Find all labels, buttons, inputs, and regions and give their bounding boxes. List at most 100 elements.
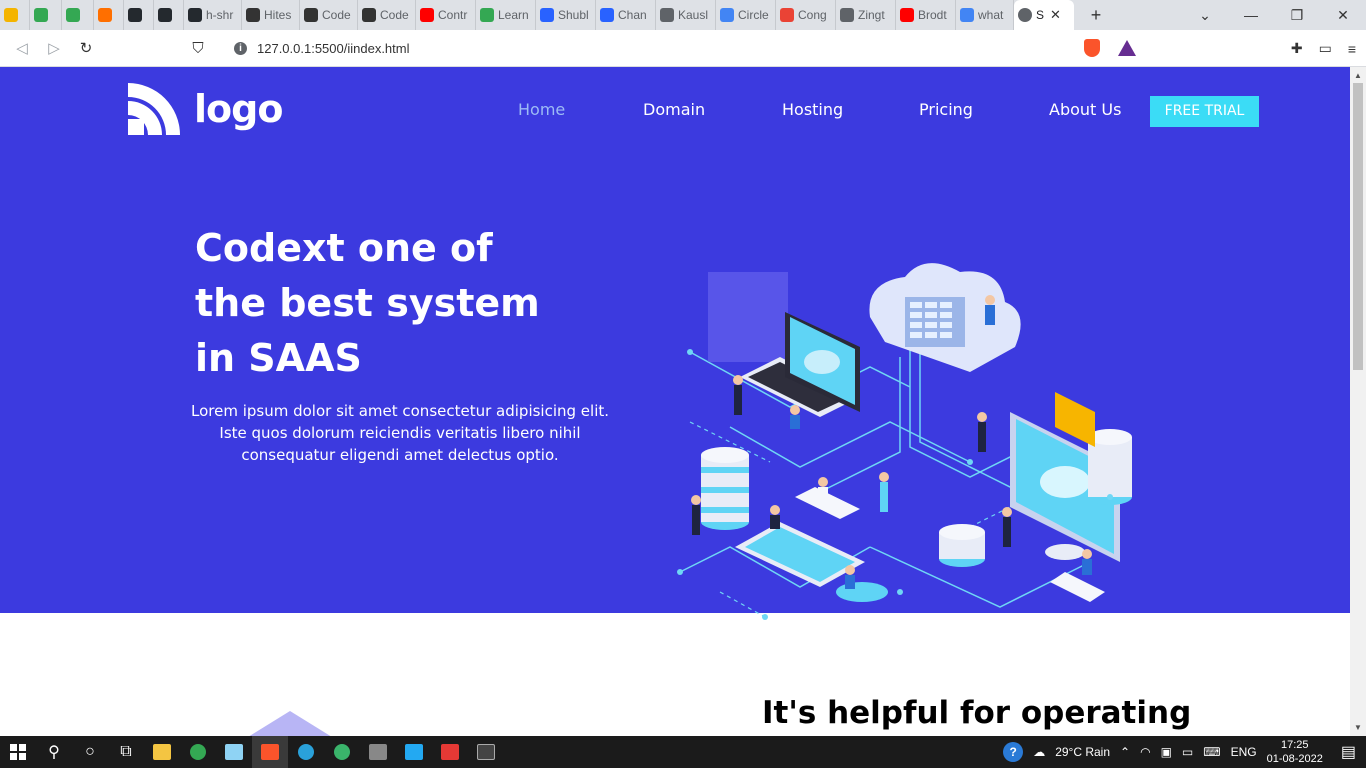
nav-domain[interactable]: Domain [643,100,705,119]
browser-toolbar: ◁ ▷ ↻ ⛉ i 127.0.0.1:5500/iindex.html ✚ ▭… [0,30,1366,67]
brave-shields-icon[interactable] [1084,39,1100,57]
green-app-icon[interactable] [324,736,360,768]
decorative-triangle [248,711,332,736]
nav-about[interactable]: About Us [1049,100,1121,119]
close-window-button[interactable]: ✕ [1320,7,1366,24]
weather-icon[interactable]: ☁ [1033,745,1045,759]
browser-tab[interactable] [62,0,94,30]
scroll-up-icon[interactable]: ▲ [1354,71,1362,80]
browser-tab[interactable]: Code [358,0,416,30]
windows-start-icon[interactable] [0,736,36,768]
free-trial-button[interactable]: FREE TRIAL [1150,96,1259,127]
browser-tab[interactable] [0,0,30,30]
tab-favicon-icon [66,8,80,22]
tab-label: Code [322,8,351,22]
hero-section: logo Home Domain Hosting Pricing About U… [0,67,1350,620]
browser-tab[interactable] [124,0,154,30]
tab-favicon-icon [900,8,914,22]
minimize-button[interactable]: — [1228,7,1274,23]
battery-icon[interactable]: ▭ [1182,745,1193,759]
scrollbar-thumb[interactable] [1353,83,1363,370]
browser-tab[interactable]: Kausl [656,0,716,30]
wps-office-icon[interactable] [432,736,468,768]
scroll-down-icon[interactable]: ▼ [1354,723,1362,732]
browser-tab[interactable]: Shubl [536,0,596,30]
vscode-icon[interactable] [396,736,432,768]
browser-tab[interactable] [154,0,184,30]
back-icon[interactable]: ◁ [6,39,38,57]
tab-label: S [1036,8,1045,22]
show-hidden-icons[interactable]: ⌃ [1120,745,1130,759]
tab-favicon-icon [780,8,794,22]
telegram-icon[interactable] [288,736,324,768]
tab-label: Chan [618,8,647,22]
tab-favicon-icon [362,8,376,22]
tab-label: Code [380,8,409,22]
browser-tab[interactable]: Chan [596,0,656,30]
browser-tab[interactable]: Circle [716,0,776,30]
task-view-icon[interactable]: ⧉ [108,736,144,768]
browser-tab[interactable]: Zingt [836,0,896,30]
address-bar[interactable]: i 127.0.0.1:5500/iindex.html [222,35,1144,62]
tab-label: h-shr [206,8,234,22]
keyboard-icon[interactable]: ⌨ [1203,745,1220,759]
browser-tab[interactable]: Learn [476,0,536,30]
browser-tab[interactable]: Cong [776,0,836,30]
search-icon[interactable]: ⚲ [36,736,72,768]
headline-line-3: in SAAS [195,336,362,380]
tab-label: Contr [438,8,468,22]
cube-app-icon[interactable] [360,736,396,768]
nav-home[interactable]: Home [518,100,565,119]
camera-icon[interactable]: ▣ [1161,745,1172,759]
help-icon[interactable]: ? [1003,742,1024,762]
brave-taskbar-icon[interactable] [252,736,288,768]
chrome-icon[interactable] [180,736,216,768]
site-info-icon[interactable]: i [234,42,247,55]
page-scrollbar[interactable]: ▲ ▼ [1350,67,1366,736]
tab-favicon-icon [540,8,554,22]
forward-icon[interactable]: ▷ [38,39,70,57]
site-logo[interactable]: logo [128,83,283,135]
tab-favicon-icon [246,8,260,22]
new-tab-button[interactable]: + [1082,5,1110,26]
browser-tab[interactable]: h-shr [184,0,242,30]
tab-label: Circle [738,8,769,22]
reload-icon[interactable]: ↻ [70,39,102,57]
close-tab-icon[interactable]: ✕ [1050,7,1061,23]
tab-label: Hites [264,8,292,22]
notepad-icon[interactable] [216,736,252,768]
clock[interactable]: 17:25 01-08-2022 [1267,738,1323,766]
bookmark-icon[interactable]: ⛉ [182,40,214,57]
terminal-icon[interactable] [468,736,504,768]
file-explorer-icon[interactable] [144,736,180,768]
brave-rewards-icon[interactable] [1118,40,1136,56]
browser-tab[interactable] [94,0,124,30]
menu-icon[interactable]: ≡ [1348,41,1356,57]
nav-hosting[interactable]: Hosting [782,100,843,119]
browser-tab-active[interactable]: S ✕ [1014,0,1074,30]
tab-favicon-icon [600,8,614,22]
tab-favicon-icon [304,8,318,22]
weather-text[interactable]: 29°C Rain [1055,745,1110,759]
cortana-icon[interactable]: ○ [72,736,108,768]
tab-favicon-icon [4,8,18,22]
nav-pricing[interactable]: Pricing [919,100,973,119]
network-icon[interactable]: ◠ [1140,745,1150,759]
tab-favicon-icon [34,8,48,22]
browser-tab[interactable]: Brodt [896,0,956,30]
extensions-icon[interactable]: ✚ [1291,40,1303,57]
restore-button[interactable]: ❐ [1274,7,1320,24]
wallet-icon[interactable]: ▭ [1319,40,1332,57]
browser-tab[interactable]: what [956,0,1014,30]
tab-favicon-icon [840,8,854,22]
browser-tab[interactable]: Code [300,0,358,30]
language-indicator[interactable]: ENG [1231,745,1257,759]
window-controls: ⌄ — ❐ ✕ [1182,0,1366,30]
browser-tab[interactable] [30,0,62,30]
hero-headline: Codext one of the best system in SAAS [195,221,540,386]
notifications-icon[interactable]: ▤ [1341,742,1356,762]
browser-tab[interactable]: Hites [242,0,300,30]
browser-tab[interactable]: Contr [416,0,476,30]
tab-search-icon[interactable]: ⌄ [1182,7,1228,24]
system-tray: ? ☁ 29°C Rain ⌃ ◠ ▣ ▭ ⌨ ENG 17:25 01-08-… [1003,736,1366,768]
